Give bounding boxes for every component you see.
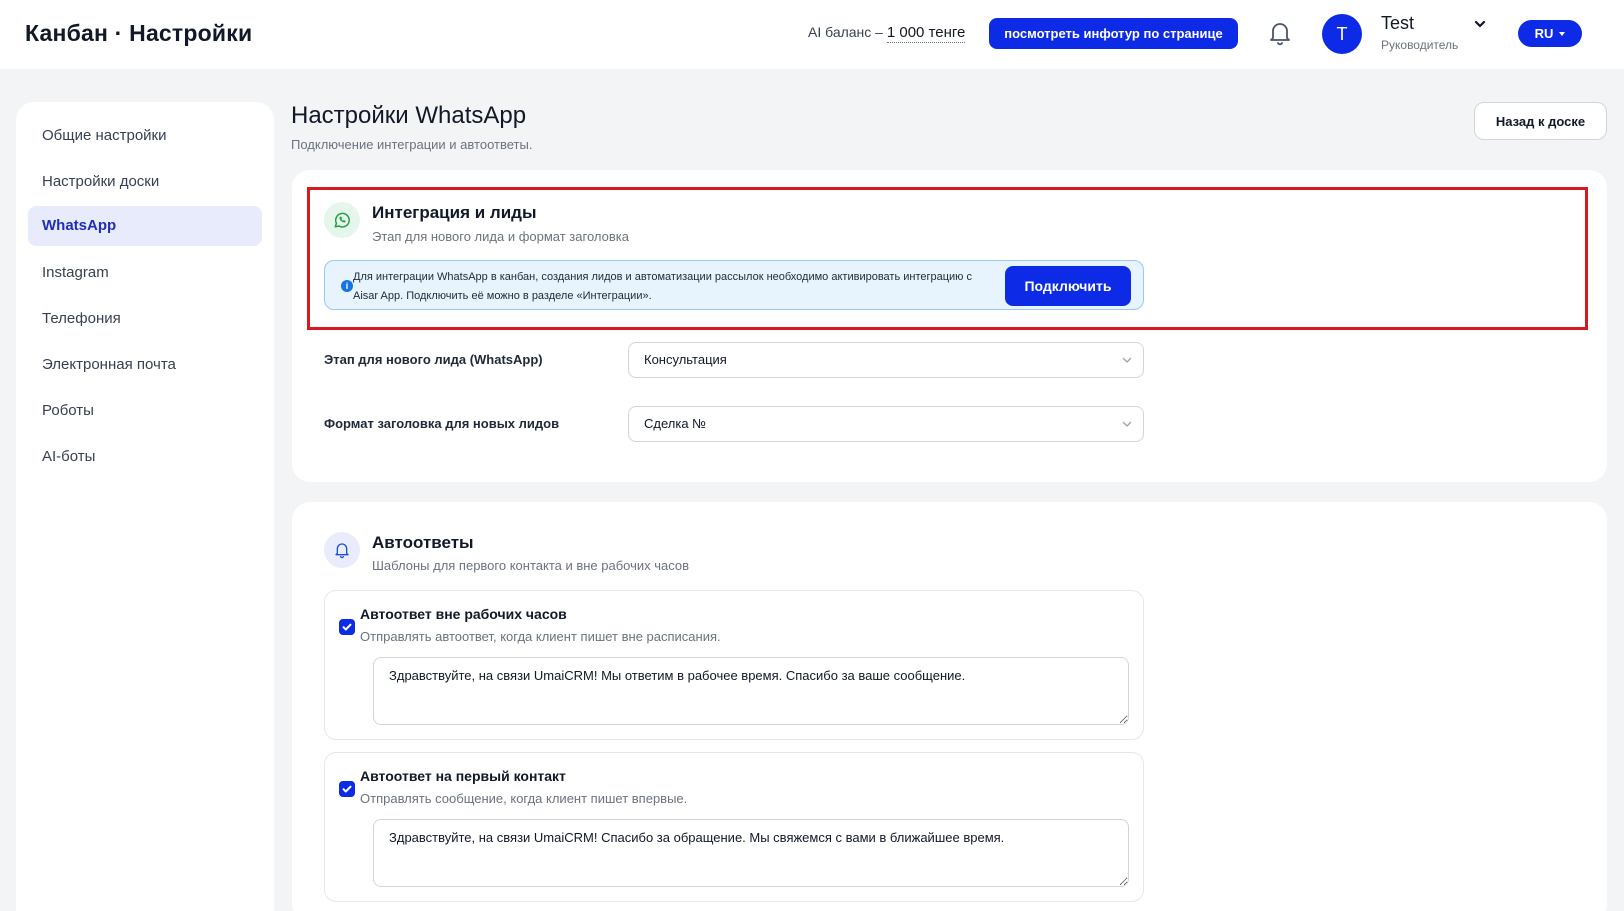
chevron-down-icon: [1122, 357, 1132, 363]
sidebar-item-ai-bots[interactable]: AI-боты: [28, 437, 262, 477]
title-format-value: Сделка №: [644, 416, 707, 431]
back-to-board-button[interactable]: Назад к доске: [1474, 102, 1607, 140]
sidebar-item-general[interactable]: Общие настройки: [28, 116, 262, 156]
connect-button[interactable]: Подключить: [1005, 266, 1131, 306]
sidebar-item-robots[interactable]: Роботы: [28, 391, 262, 431]
autoreplies-title: Автоответы: [372, 533, 474, 552]
autoreply-first-contact-checkbox[interactable]: [339, 781, 355, 797]
sidebar-item-board[interactable]: Настройки доски: [28, 162, 262, 202]
bell-icon: [324, 532, 360, 568]
lead-stage-label: Этап для нового лида (WhatsApp): [324, 352, 543, 367]
info-tour-button[interactable]: посмотреть инфотур по странице: [989, 18, 1238, 49]
language-label: RU: [1534, 26, 1554, 41]
integration-subtitle: Этап для нового лида и формат заголовка: [372, 229, 629, 244]
whatsapp-icon: [324, 202, 360, 238]
autoreply-offhours-checkbox[interactable]: [339, 619, 355, 635]
integration-info-box: i Для интеграции WhatsApp в канбан, созд…: [324, 260, 1144, 310]
integration-title: Интеграция и лиды: [372, 203, 537, 222]
chevron-down-icon[interactable]: [1473, 17, 1487, 31]
autoreply-offhours-subtitle: Отправлять автоответ, когда клиент пишет…: [360, 629, 721, 644]
chevron-down-icon: [1122, 421, 1132, 427]
settings-sidebar: Общие настройки Настройки доски WhatsApp…: [16, 102, 274, 911]
title-format-label: Формат заголовка для новых лидов: [324, 416, 560, 431]
page-title: Настройки WhatsApp: [291, 102, 527, 129]
user-name[interactable]: Test: [1381, 13, 1414, 34]
autoreply-first-contact-title: Автоответ на первый контакт: [360, 768, 566, 784]
integration-info-text: Для интеграции WhatsApp в канбан, создан…: [353, 271, 972, 302]
autoreply-offhours-title: Автоответ вне рабочих часов: [360, 606, 567, 622]
sidebar-item-telephony[interactable]: Телефония: [28, 299, 262, 339]
notifications-bell-icon[interactable]: [1268, 20, 1292, 46]
page-subtitle: Подключение интеграции и автоответы.: [291, 137, 533, 152]
sidebar-item-email[interactable]: Электронная почта: [28, 345, 262, 385]
sidebar-item-instagram[interactable]: Instagram: [28, 253, 262, 293]
autoreply-offhours-card: Автоответ вне рабочих часов Отправлять а…: [324, 590, 1144, 740]
caret-down-icon: [1559, 31, 1566, 36]
user-role: Руководитель: [1381, 38, 1459, 52]
top-header: Канбан · Настройки AI баланс – 1 000 тен…: [0, 0, 1624, 69]
lead-stage-value: Консультация: [644, 352, 727, 367]
sidebar-item-whatsapp[interactable]: WhatsApp: [28, 206, 262, 246]
info-icon: i: [341, 280, 353, 292]
lead-stage-select[interactable]: Консультация: [628, 342, 1144, 378]
title-format-select[interactable]: Сделка №: [628, 406, 1144, 442]
ai-balance-label: AI баланс –: [808, 24, 883, 40]
autoreply-first-contact-subtitle: Отправлять сообщение, когда клиент пишет…: [360, 791, 688, 806]
autoreply-first-contact-message[interactable]: Здравствуйте, на связи UmaiCRM! Спасибо …: [373, 819, 1129, 887]
ai-balance: AI баланс – 1 000 тенге: [808, 24, 966, 43]
ai-balance-amount[interactable]: 1 000 тенге: [886, 24, 966, 43]
autoreply-offhours-message[interactable]: Здравствуйте, на связи UmaiCRM! Мы ответ…: [373, 657, 1129, 725]
app-title: Канбан · Настройки: [25, 20, 253, 46]
avatar[interactable]: T: [1322, 14, 1362, 54]
autoreply-first-contact-card: Автоответ на первый контакт Отправлять с…: [324, 752, 1144, 902]
language-selector[interactable]: RU: [1518, 20, 1582, 47]
autoreplies-subtitle: Шаблоны для первого контакта и вне рабоч…: [372, 558, 690, 573]
